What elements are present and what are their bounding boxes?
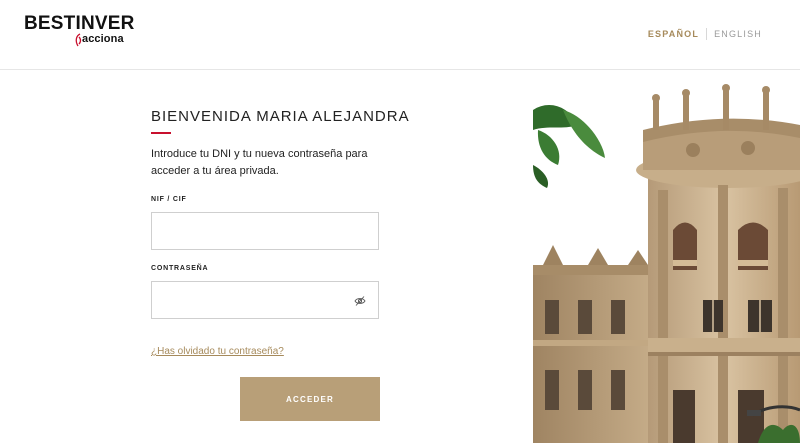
title-underline: [151, 132, 171, 134]
password-input[interactable]: [152, 282, 378, 318]
building-photo: [533, 70, 800, 443]
nif-label: NIF / CIF: [151, 196, 187, 203]
logo-wordmark: BESTINVER: [24, 13, 135, 34]
forgot-password-link[interactable]: ¿Has olvidado tu contraseña?: [151, 346, 284, 357]
login-form: BIENVENIDA MARIA ALEJANDRA Introduce tu …: [151, 108, 410, 421]
intro-text: Introduce tu DNI y tu nueva contraseña p…: [151, 148, 368, 177]
eye-slash-icon[interactable]: [354, 295, 366, 307]
submit-button[interactable]: ACCEDER: [240, 377, 380, 421]
nif-field-wrapper: [151, 212, 379, 250]
nif-input[interactable]: [152, 213, 378, 249]
lang-divider: [706, 28, 708, 40]
logo-subtitle: acciona: [82, 33, 124, 45]
building-illustration: [533, 70, 800, 443]
tower: [636, 84, 800, 443]
lang-english[interactable]: ENGLISH: [714, 29, 762, 39]
left-building: [533, 245, 663, 443]
lang-espanol[interactable]: ESPAÑOL: [648, 29, 699, 39]
header: BESTINVER acciona ESPAÑOL ENGLISH: [0, 0, 800, 70]
language-switcher: ESPAÑOL ENGLISH: [648, 28, 762, 40]
password-field-wrapper: [151, 281, 379, 319]
page-title: BIENVENIDA MARIA ALEJANDRA: [151, 108, 410, 125]
password-label: CONTRASEÑA: [151, 265, 209, 272]
bestinver-logo[interactable]: BESTINVER acciona: [24, 14, 134, 54]
